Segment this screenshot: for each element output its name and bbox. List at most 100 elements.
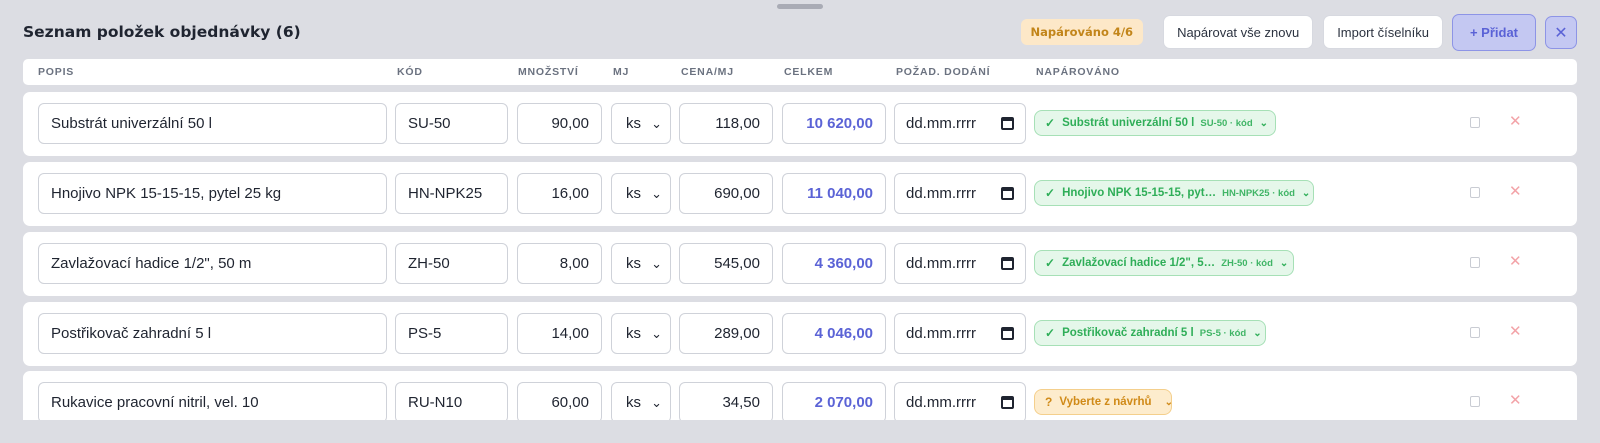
calendar-icon bbox=[1001, 396, 1014, 409]
delivery-date-input[interactable]: dd.mm.rrrr bbox=[894, 173, 1026, 214]
code-field[interactable]: ZH-50 bbox=[395, 243, 508, 284]
drag-handle[interactable] bbox=[777, 4, 823, 9]
col-kod: KÓD bbox=[397, 66, 423, 78]
unit-select[interactable]: ks ⌄ bbox=[611, 173, 671, 214]
code-field[interactable]: SU-50 bbox=[395, 103, 508, 144]
description-field[interactable]: Rukavice pracovní nitril, vel. 10 bbox=[38, 382, 387, 420]
duplicate-icon[interactable] bbox=[1470, 257, 1480, 268]
quantity-field[interactable]: 8,00 bbox=[517, 243, 602, 284]
unit-price-field[interactable]: 118,00 bbox=[679, 103, 773, 144]
chevron-down-icon: ⌄ bbox=[1301, 187, 1311, 199]
delete-icon[interactable]: ✕ bbox=[1509, 391, 1522, 409]
match-code: HN-NPK25 · kód bbox=[1222, 187, 1295, 199]
delete-icon[interactable]: ✕ bbox=[1509, 322, 1522, 340]
calendar-icon bbox=[1001, 187, 1014, 200]
match-chip[interactable]: ✓ Zavlažovací hadice 1/2", 5… ZH-50 · kó… bbox=[1034, 250, 1294, 276]
code-field[interactable]: RU-N10 bbox=[395, 382, 508, 420]
match-code: PS-5 · kód bbox=[1199, 327, 1247, 339]
date-placeholder: dd.mm.rrrr bbox=[906, 325, 976, 342]
chevron-down-icon: ⌄ bbox=[651, 185, 662, 201]
quantity-field[interactable]: 14,00 bbox=[517, 313, 602, 354]
unit-value: ks bbox=[626, 185, 641, 202]
delete-icon[interactable]: ✕ bbox=[1509, 182, 1522, 200]
total-value: 10 620,00 bbox=[782, 103, 886, 144]
unit-select[interactable]: ks ⌄ bbox=[611, 313, 671, 354]
unit-value: ks bbox=[626, 255, 641, 272]
check-icon: ✓ bbox=[1045, 186, 1056, 200]
date-placeholder: dd.mm.rrrr bbox=[906, 255, 976, 272]
match-name: Substrát univerzální 50 l bbox=[1062, 117, 1195, 129]
col-cena: CENA/MJ bbox=[681, 66, 734, 78]
panel-header: Seznam položek objednávky (6) Napárováno… bbox=[23, 13, 1577, 51]
chevron-down-icon: ⌄ bbox=[1253, 327, 1262, 339]
description-field[interactable]: Postřikovač zahradní 5 l bbox=[38, 313, 387, 354]
col-pozad-dodani: POŽAD. DODÁNÍ bbox=[896, 66, 991, 78]
match-status-badge: Napárováno 4/6 bbox=[1020, 19, 1144, 45]
match-name: Postřikovač zahradní 5 l bbox=[1062, 327, 1194, 339]
table-row: Rukavice pracovní nitril, vel. 10 RU-N10… bbox=[23, 371, 1577, 420]
delivery-date-input[interactable]: dd.mm.rrrr bbox=[894, 382, 1026, 420]
duplicate-icon[interactable] bbox=[1470, 187, 1480, 198]
quantity-field[interactable]: 60,00 bbox=[517, 382, 602, 420]
duplicate-icon[interactable] bbox=[1470, 117, 1480, 128]
match-chip[interactable]: ✓ Postřikovač zahradní 5 l PS-5 · kód ⌄ bbox=[1034, 320, 1266, 346]
unit-select[interactable]: ks ⌄ bbox=[611, 243, 671, 284]
duplicate-icon[interactable] bbox=[1470, 396, 1480, 407]
unit-price-field[interactable]: 690,00 bbox=[679, 173, 773, 214]
import-catalog-button[interactable]: Import číselníku bbox=[1323, 15, 1443, 49]
chevron-down-icon: ⌄ bbox=[1259, 117, 1269, 129]
unit-select[interactable]: ks ⌄ bbox=[611, 103, 671, 144]
items-list: Substrát univerzální 50 l SU-50 90,00 ks… bbox=[23, 92, 1577, 420]
delete-icon[interactable]: ✕ bbox=[1509, 112, 1522, 130]
add-item-button[interactable]: + Přidat bbox=[1451, 13, 1536, 51]
total-value: 2 070,00 bbox=[782, 382, 886, 420]
delivery-date-input[interactable]: dd.mm.rrrr bbox=[894, 313, 1026, 354]
close-button[interactable]: ✕ bbox=[1545, 15, 1577, 49]
delete-icon[interactable]: ✕ bbox=[1509, 252, 1522, 270]
check-icon: ✓ bbox=[1045, 116, 1056, 130]
unit-price-field[interactable]: 289,00 bbox=[679, 313, 773, 354]
calendar-icon bbox=[1001, 117, 1014, 130]
match-name: Zavlažovací hadice 1/2", 5… bbox=[1062, 257, 1216, 269]
delivery-date-input[interactable]: dd.mm.rrrr bbox=[894, 243, 1026, 284]
description-field[interactable]: Zavlažovací hadice 1/2", 50 m bbox=[38, 243, 387, 284]
match-code: ZH-50 · kód bbox=[1221, 257, 1273, 269]
calendar-icon bbox=[1001, 257, 1014, 270]
total-value: 4 046,00 bbox=[782, 313, 886, 354]
match-name: Vyberte z návrhů bbox=[1059, 396, 1152, 408]
chevron-down-icon: ⌄ bbox=[1164, 396, 1173, 408]
chevron-down-icon: ⌄ bbox=[651, 325, 662, 341]
match-chip[interactable]: ✓ Substrát univerzální 50 l SU-50 · kód … bbox=[1034, 110, 1276, 136]
unit-value: ks bbox=[626, 115, 641, 132]
col-celkem: CELKEM bbox=[784, 66, 834, 78]
code-field[interactable]: PS-5 bbox=[395, 313, 508, 354]
match-name: Hnojivo NPK 15-15-15, pyt… bbox=[1062, 187, 1217, 199]
col-mnozstvi: MNOŽSTVÍ bbox=[518, 66, 579, 78]
close-icon: ✕ bbox=[1554, 22, 1568, 42]
rematch-all-button[interactable]: Napárovat vše znovu bbox=[1163, 15, 1314, 49]
page-title: Seznam položek objednávky (6) bbox=[23, 23, 301, 41]
unit-price-field[interactable]: 545,00 bbox=[679, 243, 773, 284]
match-chip[interactable]: ✓ Hnojivo NPK 15-15-15, pyt… HN-NPK25 · … bbox=[1034, 180, 1314, 206]
code-field[interactable]: HN-NPK25 bbox=[395, 173, 508, 214]
check-icon: ✓ bbox=[1045, 326, 1056, 340]
duplicate-icon[interactable] bbox=[1470, 327, 1480, 338]
chevron-down-icon: ⌄ bbox=[651, 255, 662, 271]
total-value: 4 360,00 bbox=[782, 243, 886, 284]
description-field[interactable]: Hnojivo NPK 15-15-15, pytel 25 kg bbox=[38, 173, 387, 214]
table-row: Hnojivo NPK 15-15-15, pytel 25 kg HN-NPK… bbox=[23, 162, 1577, 226]
date-placeholder: dd.mm.rrrr bbox=[906, 394, 976, 411]
quantity-field[interactable]: 90,00 bbox=[517, 103, 602, 144]
col-popis: POPIS bbox=[38, 66, 75, 78]
question-icon: ? bbox=[1045, 395, 1053, 409]
description-field[interactable]: Substrát univerzální 50 l bbox=[38, 103, 387, 144]
delivery-date-input[interactable]: dd.mm.rrrr bbox=[894, 103, 1026, 144]
unit-value: ks bbox=[626, 325, 641, 342]
unit-price-field[interactable]: 34,50 bbox=[679, 382, 773, 420]
table-row: Postřikovač zahradní 5 l PS-5 14,00 ks ⌄ … bbox=[23, 302, 1577, 366]
quantity-field[interactable]: 16,00 bbox=[517, 173, 602, 214]
date-placeholder: dd.mm.rrrr bbox=[906, 185, 976, 202]
unit-select[interactable]: ks ⌄ bbox=[611, 382, 671, 420]
match-chip[interactable]: ? Vyberte z návrhů ⌄ bbox=[1034, 389, 1173, 415]
check-icon: ✓ bbox=[1045, 256, 1056, 270]
